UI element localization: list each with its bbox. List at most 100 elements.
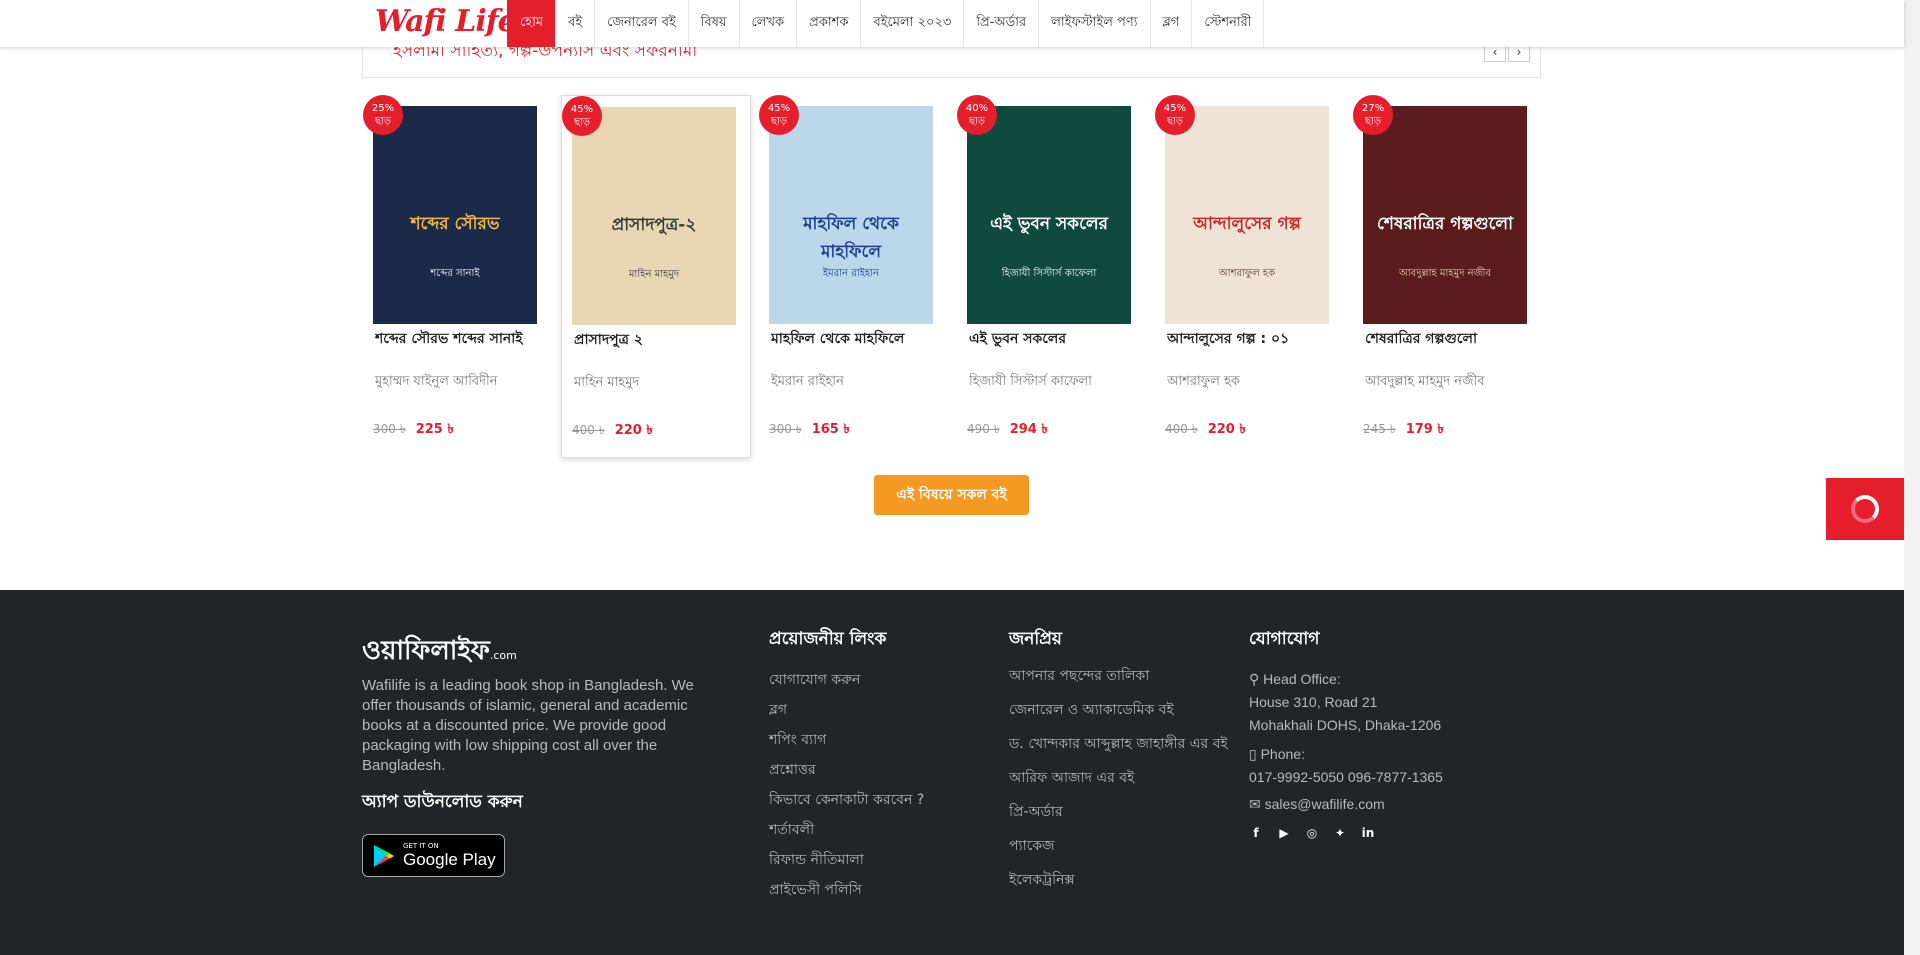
head-office-label: Head Office: — [1263, 671, 1341, 687]
top-navbar: Wafi Life হোম বই জেনারেল বই বিষয় লেখক প্রকাশ… — [0, 0, 1904, 47]
popular-links-heading: জনপ্রিয় — [1009, 629, 1062, 649]
book-cover[interactable]: আন্দালুসের গল্প আশরাফুল হক — [1165, 106, 1329, 324]
cover-title: শব্দের সৌরভ — [410, 214, 500, 234]
discount-percent: 25% — [371, 103, 395, 114]
book-author[interactable]: আবদুল্লাহ মাহমুদ নজীব — [1365, 372, 1535, 393]
book-card[interactable]: 45% ছাড় মাহফিল থেকে মাহফিলে ইমরান রাইহান মা… — [759, 95, 949, 458]
cover-subtitle: আশরাফুল হক — [1218, 268, 1276, 279]
twitter-icon[interactable]: ✦ — [1333, 826, 1347, 840]
footer-link[interactable]: ইলেকট্রনিক্স — [1009, 872, 1229, 906]
google-play-icon — [374, 844, 394, 867]
book-title[interactable]: শব্দের সৌরভ শব্দের সানাই — [375, 327, 545, 351]
cover-title: শেষরাত্রির গল্পগুলো — [1376, 214, 1514, 234]
envelope-icon: ✉ — [1249, 796, 1265, 812]
new-price: 179 ৳ — [1405, 422, 1444, 437]
floating-cart-widget[interactable] — [1826, 478, 1904, 540]
nav-item-5[interactable]: প্রকাশক — [796, 0, 860, 47]
footer-link[interactable]: প্রশ্নোত্তর — [769, 758, 969, 788]
all-books-in-category-button[interactable]: এই বিষয়ে সকল বই — [874, 475, 1029, 515]
footer-link[interactable]: ব্লগ — [769, 698, 969, 728]
book-cover[interactable]: শেষরাত্রির গল্পগুলো আবদুল্লাহ মাহমুদ নজীব — [1363, 106, 1527, 324]
book-card[interactable]: 27% ছাড় শেষরাত্রির গল্পগুলো আবদুল্লাহ মাহম… — [1353, 95, 1543, 458]
book-cover[interactable]: শব্দের সৌরভ শব্দের সানাই — [373, 106, 537, 324]
book-author[interactable]: আশরাফুল হক — [1167, 372, 1337, 393]
book-price: 400 ৳ 220 ৳ — [1165, 420, 1246, 441]
footer-link[interactable]: রিফান্ড নীতিমালা — [769, 848, 969, 878]
nav-item-9[interactable]: ব্লগ — [1149, 0, 1192, 47]
nav-item-6[interactable]: বইমেলা ২০২৩ — [860, 0, 963, 47]
book-author[interactable]: হিজাযী সিস্টার্স কাফেলা — [969, 372, 1139, 393]
footer-link[interactable]: জেনারেল ও অ্যাকাডেমিক বই — [1009, 702, 1229, 736]
new-price: 220 ৳ — [1207, 422, 1246, 437]
old-price: 300 ৳ — [373, 422, 406, 436]
address-line-2: Mohakhali DOHS, Dhaka-1206 — [1249, 717, 1442, 733]
book-card[interactable]: 40% ছাড় এই ভুবন সকলের হিজাযী সিস্টার্স কাফ… — [957, 95, 1147, 458]
nav-item-7[interactable]: প্রি-অর্ডার — [963, 0, 1038, 47]
old-price: 245 ৳ — [1363, 422, 1396, 436]
nav-item-2[interactable]: জেনারেল বই — [594, 0, 688, 47]
youtube-icon[interactable]: ▶ — [1277, 826, 1291, 840]
discount-percent: 40% — [965, 103, 989, 114]
email-address: sales@wafilife.com — [1264, 796, 1385, 812]
email-line[interactable]: ✉ sales@wafilife.com — [1249, 793, 1509, 816]
book-card[interactable]: 45% ছাড় আন্দালুসের গল্প আশরাফুল হক আন্দালুস… — [1155, 95, 1345, 458]
discount-word: ছাড় — [1166, 116, 1184, 127]
site-logo[interactable]: Wafi Life — [375, 4, 517, 39]
nav-item-10[interactable]: স্টেশনারী — [1191, 0, 1265, 47]
cover-subtitle: হিজাযী সিস্টার্স কাফেলা — [1001, 268, 1097, 279]
footer-logo[interactable]: ওয়াফিলাইফ.com — [362, 630, 517, 674]
nav-item-8[interactable]: লাইফস্টাইল পণ্য — [1038, 0, 1149, 47]
book-title[interactable]: শেষরাত্রির গল্পগুলো — [1365, 327, 1535, 351]
google-play-badge[interactable]: GET IT ON Google Play — [362, 834, 505, 877]
book-card[interactable]: 25% ছাড় শব্দের সৌরভ শব্দের সানাই শব্দের সৌর… — [363, 95, 553, 458]
discount-badge: 45% ছাড় — [759, 95, 799, 135]
footer-link[interactable]: ড. খোন্দকার আব্দুল্লাহ জাহাঙ্গীর এর বই — [1009, 736, 1229, 770]
discount-percent: 45% — [1163, 103, 1187, 114]
cover-subtitle: মাহিন মাহমুদ — [628, 269, 680, 280]
book-price: 245 ৳ 179 ৳ — [1363, 420, 1444, 441]
useful-links-heading: প্রয়োজনীয় লিংক — [769, 629, 887, 649]
footer-contact: যোগাযোগ ⚲ Head Office: House 310, Road 2… — [1249, 626, 1509, 840]
footer-link[interactable]: শপিং ব্যাগ — [769, 728, 969, 758]
footer-link[interactable]: প্রি-অর্ডার — [1009, 804, 1229, 838]
app-download-heading: অ্যাপ ডাউনলোড করুন — [362, 792, 523, 812]
instagram-icon[interactable]: ◎ — [1305, 826, 1319, 840]
book-author[interactable]: ইমরান রাইহান — [771, 372, 941, 393]
phone-label: Phone: — [1260, 746, 1305, 762]
footer-link[interactable]: যোগাযোগ করুন — [769, 668, 969, 698]
book-title[interactable]: এই ভুবন সকলের — [969, 327, 1139, 351]
footer-link[interactable]: শর্তাবলী — [769, 818, 969, 848]
new-price: 225 ৳ — [415, 422, 454, 437]
footer: ওয়াফিলাইফ.com Wafilife is a leading boo… — [0, 590, 1904, 955]
facebook-icon[interactable]: f — [1249, 826, 1263, 840]
book-cover[interactable]: এই ভুবন সকলের হিজাযী সিস্টার্স কাফেলা — [967, 106, 1131, 324]
footer-link[interactable]: প্রাইভেসী পলিসি — [769, 878, 969, 908]
phone-numbers[interactable]: 017-9992-5050 096-7877-1365 — [1249, 766, 1509, 789]
discount-badge: 45% ছাড় — [1155, 95, 1195, 135]
book-cover[interactable]: প্রাসাদপুত্র-২ মাহিন মাহমুদ — [572, 107, 736, 325]
nav-item-1[interactable]: বই — [555, 0, 594, 47]
book-title[interactable]: আন্দালুসের গল্প : ০১ — [1167, 327, 1337, 351]
book-cover[interactable]: মাহফিল থেকে মাহফিলে ইমরান রাইহান — [769, 106, 933, 324]
nav-item-0[interactable]: হোম — [507, 0, 556, 47]
nav-item-3[interactable]: বিষয় — [687, 0, 739, 47]
discount-word: ছাড় — [968, 116, 986, 127]
footer-popular-links: জনপ্রিয় আপনার পছন্দের তালিকা জেনারেল ও অ… — [1009, 626, 1229, 906]
footer-link[interactable]: কিভাবে কেনাকাটা করবেন ? — [769, 788, 969, 818]
social-links: f ▶ ◎ ✦ in — [1249, 826, 1509, 840]
book-title[interactable]: প্রাসাদপুত্র ২ — [574, 328, 744, 352]
book-author[interactable]: মাহিন মাহমুদ — [574, 373, 744, 394]
footer-link[interactable]: আরিফ আজাদ এর বই — [1009, 770, 1229, 804]
old-price: 400 ৳ — [1165, 422, 1198, 436]
book-price: 300 ৳ 225 ৳ — [373, 420, 454, 441]
book-author[interactable]: মুহাম্মদ যাইনুল আবিদীন — [375, 372, 545, 393]
footer-link[interactable]: আপনার পছন্দের তালিকা — [1009, 668, 1229, 702]
linkedin-icon[interactable]: in — [1361, 826, 1375, 840]
discount-badge: 40% ছাড় — [957, 95, 997, 135]
book-card[interactable]: 45% ছাড় প্রাসাদপুত্র-২ মাহিন মাহমুদ প্রাসাদ… — [561, 95, 751, 458]
book-title[interactable]: মাহফিল থেকে মাহফিলে — [771, 327, 941, 351]
page-scrollbar[interactable] — [1904, 0, 1920, 955]
footer-link[interactable]: প্যাকেজ — [1009, 838, 1229, 872]
nav-item-4[interactable]: লেখক — [738, 0, 797, 47]
discount-word: ছাড় — [374, 116, 392, 127]
